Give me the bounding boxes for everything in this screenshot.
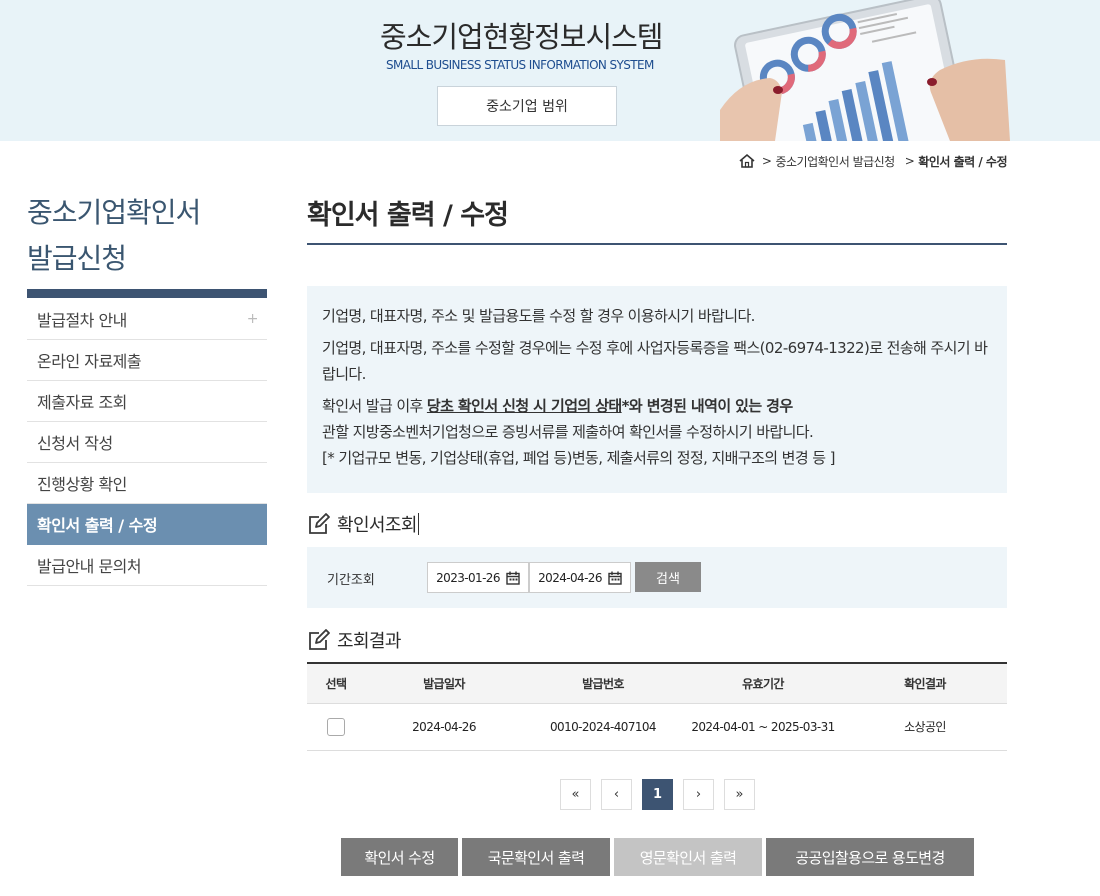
page-first-button[interactable]: «	[560, 779, 591, 810]
breadcrumb-item-application[interactable]: 중소기업확인서 발급신청	[775, 153, 895, 170]
sidebar-item-submitted-lookup[interactable]: 제출자료 조회	[27, 381, 267, 422]
plus-icon[interactable]: +	[247, 311, 259, 327]
period-label: 기간조회	[327, 573, 375, 588]
column-header-valid-period: 유효기간	[683, 663, 843, 704]
sidebar-menu: 발급절차 안내 + 온라인 자료제출 제출자료 조회 신청서 작성 진행상황 확…	[27, 299, 267, 586]
title-underline	[307, 243, 1007, 245]
sidebar-item-application-form[interactable]: 신청서 작성	[27, 422, 267, 463]
notice-box: 기업명, 대표자명, 주소 및 발급용도를 수정 할 경우 이용하시기 바랍니다…	[307, 286, 1007, 493]
chevron-right-icon: >	[761, 154, 772, 168]
search-button[interactable]: 검색	[635, 562, 701, 592]
cell-issue-no: 0010-2024-407104	[550, 719, 657, 734]
table-header-row: 선택 발급일자 발급번호 유효기간 확인결과	[307, 663, 1007, 704]
text-cursor	[417, 513, 419, 535]
sidebar-title: 중소기업확인서 발급신청	[27, 196, 201, 275]
notice-line: 관할 지방중소벤처기업청으로 증빙서류를 제출하여 확인서를 수정하시기 바랍니…	[322, 423, 814, 441]
sidebar-divider	[27, 289, 267, 298]
column-header-issue-no: 발급번호	[523, 663, 683, 704]
pencil-square-icon	[309, 629, 330, 650]
breadcrumb: > 중소기업확인서 발급신청 > 확인서 출력 / 수정	[738, 150, 1007, 172]
date-to-input[interactable]: 2024-04-26	[529, 562, 631, 593]
sidebar-item-print-edit[interactable]: 확인서 출력 / 수정	[27, 504, 267, 545]
notice-emphasis: 당초 확인서 신청 시 기업의 상태	[426, 397, 622, 415]
pencil-square-icon	[309, 513, 330, 534]
site-title[interactable]: 중소기업현황정보시스템	[380, 14, 663, 56]
search-panel: 기간조회 2023-01-26 2024-04-26 검색	[307, 547, 1007, 608]
result-table: 선택 발급일자 발급번호 유효기간 확인결과 2024-04-26 0010-2…	[307, 662, 1007, 751]
print-korean-button[interactable]: 국문확인서 출력	[462, 838, 610, 876]
sme-scope-button[interactable]: 중소기업 범위	[437, 86, 617, 126]
result-section-title: 조회결과	[307, 627, 401, 653]
edit-certificate-button[interactable]: 확인서 수정	[341, 838, 458, 876]
table-row[interactable]: 2024-04-26 0010-2024-407104 2024-04-01 ~…	[307, 703, 1007, 750]
page-next-button[interactable]: ›	[683, 779, 714, 810]
home-icon[interactable]	[738, 153, 756, 169]
site-subtitle: SMALL BUSINESS STATUS INFORMATION SYSTEM	[386, 58, 654, 72]
notice-line: 확인서 발급 이후 당초 확인서 신청 시 기업의 상태*와 변경된 내역이 있…	[322, 397, 793, 415]
search-section-title: 확인서조회	[307, 511, 419, 537]
sidebar-item-online-submit[interactable]: 온라인 자료제출	[27, 340, 267, 381]
cell-valid-period: 2024-04-01 ~ 2025-03-31	[691, 719, 835, 734]
notice-line: 기업명, 대표자명, 주소를 수정할 경우에는 수정 후에 사업자등록증을 팩스…	[322, 339, 988, 383]
notice-line: 기업명, 대표자명, 주소 및 발급용도를 수정 할 경우 이용하시기 바랍니다…	[322, 307, 755, 325]
tablet-illustration	[720, 0, 1010, 141]
chevron-right-icon: >	[904, 154, 915, 168]
sidebar-item-progress[interactable]: 진행상황 확인	[27, 463, 267, 504]
page-title: 확인서 출력 / 수정	[307, 200, 509, 231]
page-prev-button[interactable]: ‹	[601, 779, 632, 810]
breadcrumb-item-current[interactable]: 확인서 출력 / 수정	[918, 153, 1007, 170]
action-bar: 확인서 수정 국문확인서 출력 영문확인서 출력 공공입찰용으로 용도변경	[341, 838, 974, 876]
site-header: 중소기업현황정보시스템 SMALL BUSINESS STATUS INFORM…	[0, 0, 1100, 141]
sidebar-item-contact[interactable]: 발급안내 문의처	[27, 545, 267, 586]
change-usage-button[interactable]: 공공입찰용으로 용도변경	[766, 838, 974, 876]
page-number-current[interactable]: 1	[642, 779, 673, 810]
date-from-input[interactable]: 2023-01-26	[427, 562, 529, 593]
print-english-button[interactable]: 영문확인서 출력	[614, 838, 762, 876]
cell-issue-date: 2024-04-26	[412, 719, 476, 734]
calendar-icon[interactable]	[506, 571, 520, 585]
page-last-button[interactable]: »	[724, 779, 755, 810]
cell-result: 소상공인	[904, 720, 946, 734]
calendar-icon[interactable]	[608, 571, 622, 585]
column-header-result: 확인결과	[843, 663, 1007, 704]
column-header-select: 선택	[307, 663, 365, 704]
notice-line: [* 기업규모 변동, 기업상태(휴업, 폐업 등)변동, 제출서류의 정정, …	[322, 449, 835, 467]
row-select-checkbox[interactable]	[327, 717, 345, 736]
sidebar-item-procedure[interactable]: 발급절차 안내 +	[27, 299, 267, 340]
pagination: « ‹ 1 › »	[560, 779, 755, 810]
column-header-issue-date: 발급일자	[365, 663, 523, 704]
